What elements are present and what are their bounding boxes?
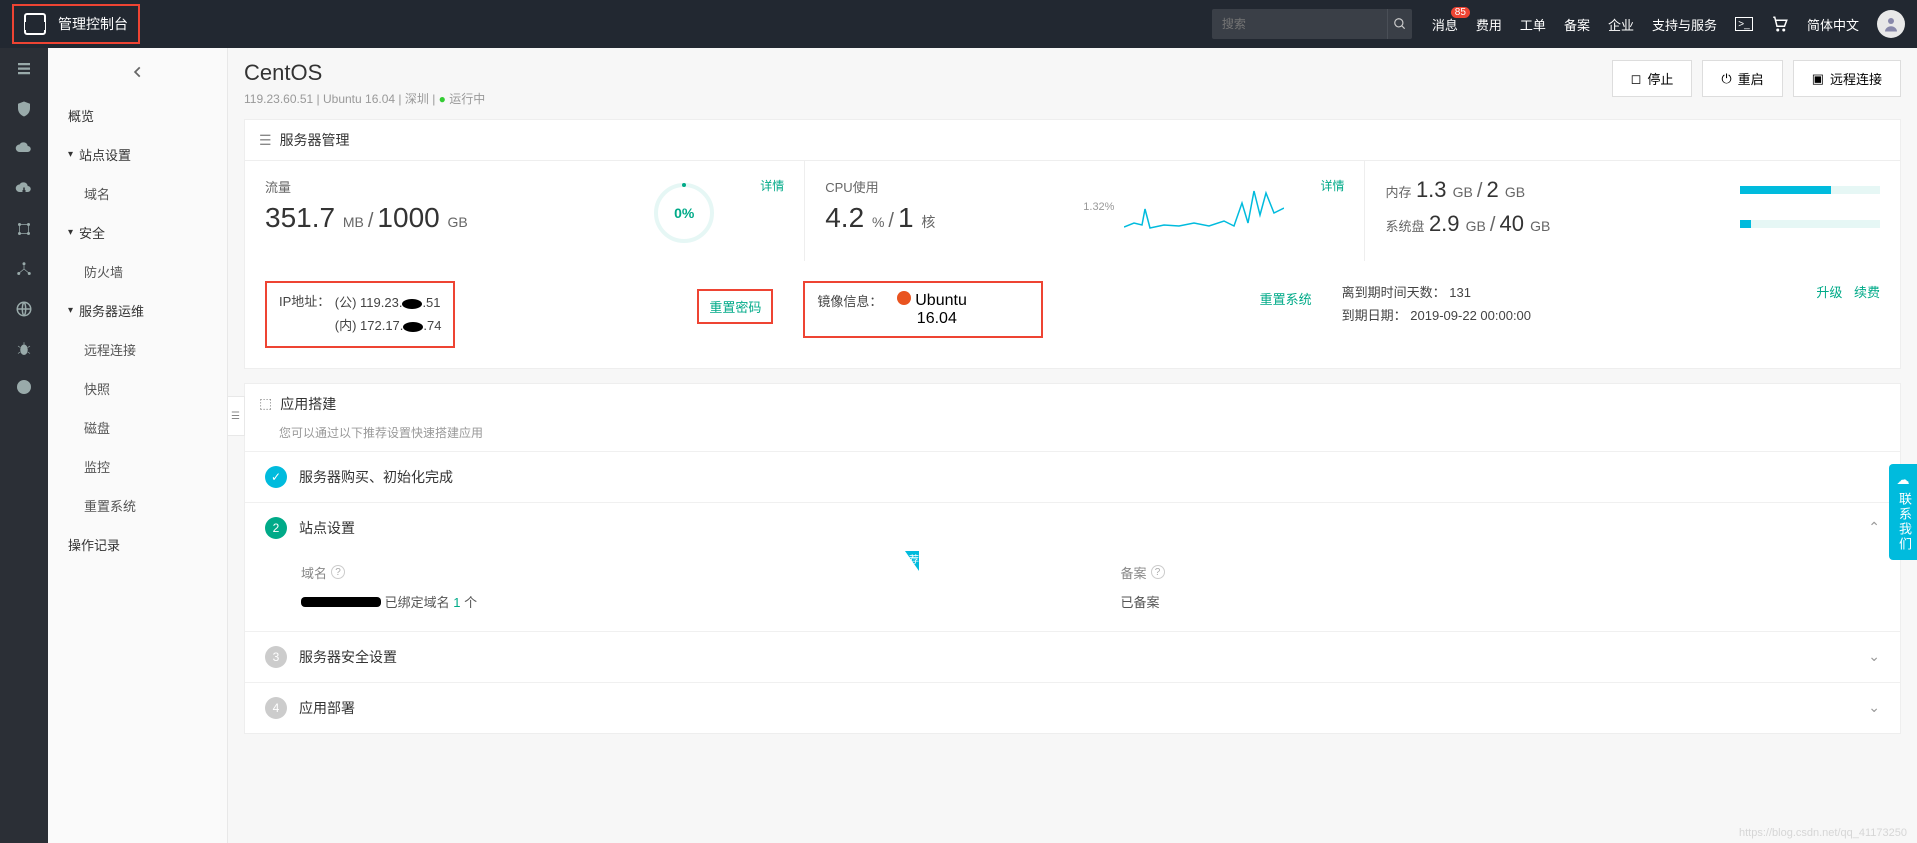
remote-button[interactable]: ▣远程连接 (1793, 60, 1901, 97)
step-number: 3 (265, 646, 287, 668)
toggle-sidebar-icon[interactable]: ☰ (228, 396, 245, 436)
rail-cloud-icon[interactable] (15, 140, 33, 158)
brand-icon (24, 13, 46, 35)
redacted-icon (403, 322, 423, 332)
nav-messages[interactable]: 消息85 (1432, 15, 1458, 34)
ubuntu-icon (897, 291, 911, 305)
step-3[interactable]: 3 服务器安全设置 ⌄ (245, 631, 1900, 682)
reset-system-link[interactable]: 重置系统 (1260, 289, 1312, 308)
restart-button[interactable]: ⏻重启 (1702, 60, 1782, 97)
step-2[interactable]: 2 站点设置 ⌃ (245, 502, 1900, 553)
redacted-icon (301, 597, 381, 607)
sidebar-firewall[interactable]: 防火墙 (48, 252, 227, 291)
collapse-sidebar-icon[interactable] (48, 48, 227, 96)
check-icon: ✓ (265, 466, 287, 488)
step-1[interactable]: ✓ 服务器购买、初始化完成 (245, 451, 1900, 502)
sidebar-monitor[interactable]: 监控 (48, 447, 227, 486)
mem-bar (1740, 186, 1880, 194)
app-build-subtitle: 您可以通过以下推荐设置快速搭建应用 (245, 424, 1900, 451)
image-box: 镜像信息： Ubuntu 16.04 (803, 281, 1043, 338)
sidebar-reset[interactable]: 重置系统 (48, 486, 227, 525)
sidebar: 概览 ▾站点设置 域名 ▾安全 防火墙 ▾服务器运维 远程连接 快照 磁盘 监控… (48, 48, 228, 843)
stop-icon: ◻ (1631, 71, 1642, 87)
nav-record[interactable]: 备案 (1564, 15, 1590, 34)
search-button[interactable] (1387, 9, 1412, 39)
help-icon[interactable]: ? (1151, 565, 1165, 579)
cpu-peak-label: 1.32% (1083, 201, 1114, 213)
nav-enterprise[interactable]: 企业 (1608, 15, 1634, 34)
renew-link[interactable]: 续费 (1854, 285, 1880, 300)
step-number: 4 (265, 697, 287, 719)
stop-button[interactable]: ◻停止 (1612, 60, 1693, 97)
cpu-card: 详情 CPU使用 4.2 %/1 核 1.32% (805, 161, 1365, 261)
nav-language[interactable]: 简体中文 (1807, 15, 1859, 34)
sidebar-snapshot[interactable]: 快照 (48, 369, 227, 408)
sidebar-oplog[interactable]: 操作记录 (48, 525, 227, 564)
left-rail (0, 48, 48, 843)
contact-tab[interactable]: ☁ 联系我们 (1889, 464, 1917, 560)
page-subtitle: 119.23.60.51 | Ubuntu 16.04 | 深圳 | ● 运行中 (244, 90, 485, 107)
server-mgmt-title: 服务器管理 (280, 130, 350, 150)
nav-terminal-icon[interactable]: >_ (1735, 17, 1753, 31)
reset-password-link[interactable]: 重置密码 (697, 289, 773, 324)
sidebar-remote[interactable]: 远程连接 (48, 330, 227, 369)
avatar[interactable] (1877, 10, 1905, 38)
watermark: https://blog.csdn.net/qq_41173250 (1739, 827, 1907, 839)
rail-dot-icon[interactable] (17, 380, 31, 394)
traffic-card: 详情 流量 351.7 MB/1000 GB 0% (245, 161, 805, 261)
sidebar-overview[interactable]: 概览 (48, 96, 227, 135)
search-input[interactable] (1212, 17, 1387, 31)
step-4[interactable]: 4 应用部署 ⌄ (245, 682, 1900, 733)
messages-badge: 85 (1451, 7, 1470, 18)
cube-icon: ⬚ (259, 395, 272, 412)
chevron-down-icon: ⌄ (1868, 648, 1880, 665)
rail-stack-icon[interactable] (15, 60, 33, 78)
sidebar-site[interactable]: ▾站点设置 (48, 135, 227, 174)
search-box[interactable] (1212, 9, 1412, 39)
redacted-icon (402, 299, 422, 309)
traffic-donut: 0% (654, 183, 714, 243)
page-title: CentOS (244, 60, 485, 86)
ip-box: IP地址： (公) 119.23..51 (内) 172.17..74 (265, 281, 455, 348)
server-management-section: ☰ 服务器管理 详情 流量 351.7 MB/1000 GB 0% 详情 CPU使… (244, 119, 1901, 369)
chevron-down-icon: ⌄ (1868, 699, 1880, 716)
rail-network-icon[interactable] (15, 260, 33, 278)
sidebar-domain[interactable]: 域名 (48, 174, 227, 213)
help-icon[interactable]: ? (331, 565, 345, 579)
nav-cost[interactable]: 费用 (1476, 15, 1502, 34)
step-2-body: 域名? 已绑定域名 1 个 备案? 已备案 (245, 553, 1900, 631)
recommend-ribbon (905, 551, 919, 571)
app-build-title: 应用搭建 (280, 394, 336, 414)
console-logo[interactable]: 管理控制台 (12, 4, 140, 44)
cart-icon[interactable] (1771, 15, 1789, 33)
mem-disk-card: 内存 1.3 GB/2 GB 系统盘 2.9 GB/40 GB (1365, 161, 1900, 261)
sidebar-ops[interactable]: ▾服务器运维 (48, 291, 227, 330)
cloud-icon: ☁ (1895, 472, 1911, 488)
disk-bar (1740, 220, 1880, 228)
rail-globe-icon[interactable] (15, 300, 33, 318)
server-icon: ☰ (259, 132, 272, 149)
rail-bug-icon[interactable] (15, 340, 33, 358)
rail-download-icon[interactable] (15, 180, 33, 198)
upgrade-link[interactable]: 升级 (1816, 285, 1842, 300)
rail-nodes-icon[interactable] (15, 220, 33, 238)
sidebar-disk[interactable]: 磁盘 (48, 408, 227, 447)
console-title: 管理控制台 (58, 14, 128, 34)
cpu-sparkline (1124, 183, 1284, 233)
app-build-section: ⬚ 应用搭建 您可以通过以下推荐设置快速搭建应用 ✓ 服务器购买、初始化完成 2 … (244, 383, 1901, 734)
cpu-detail-link[interactable]: 详情 (1320, 177, 1344, 194)
chevron-up-icon: ⌃ (1868, 519, 1880, 536)
nav-orders[interactable]: 工单 (1520, 15, 1546, 34)
rail-shield-icon[interactable] (15, 100, 33, 118)
main-content: ☰ CentOS 119.23.60.51 | Ubuntu 16.04 | 深… (228, 48, 1917, 843)
power-icon: ⏻ (1721, 71, 1731, 87)
terminal-icon: ▣ (1812, 71, 1824, 87)
nav-support[interactable]: 支持与服务 (1652, 15, 1717, 34)
step-number: 2 (265, 517, 287, 539)
sidebar-security[interactable]: ▾安全 (48, 213, 227, 252)
traffic-detail-link[interactable]: 详情 (760, 177, 784, 194)
